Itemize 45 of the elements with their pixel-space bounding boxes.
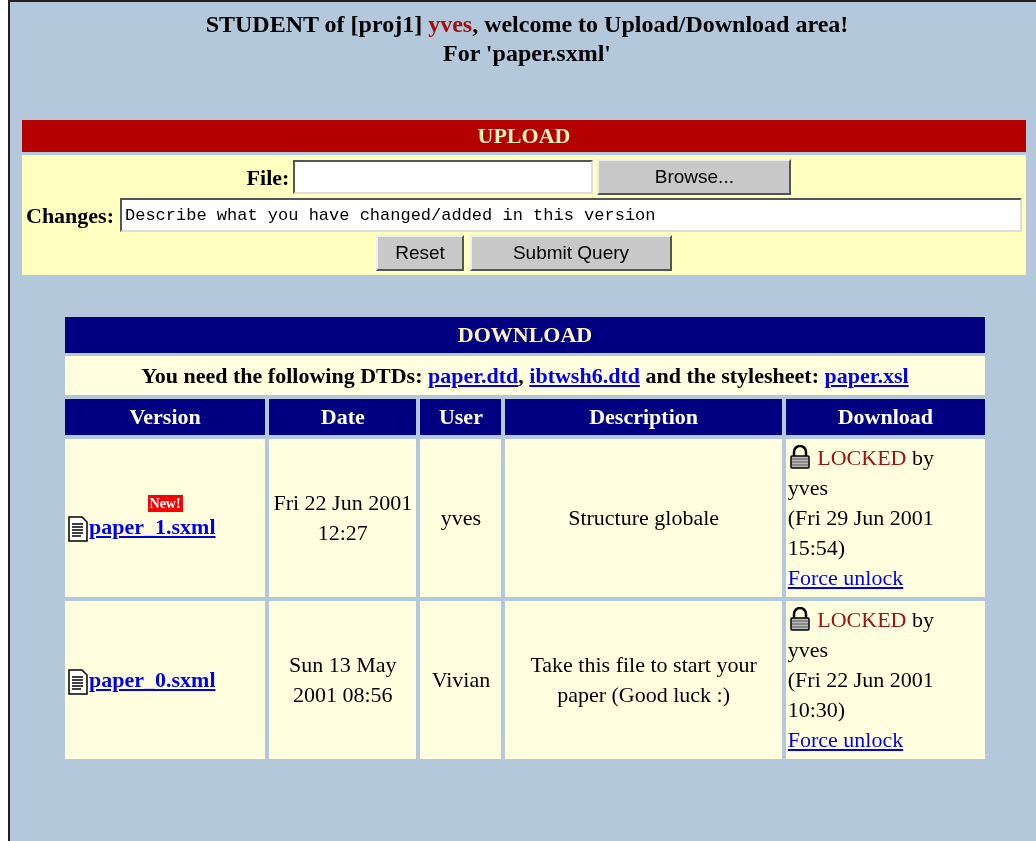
- file-link[interactable]: paper_1.sxml: [89, 511, 216, 542]
- by-text: by: [911, 607, 934, 632]
- table-cell: Take this file to start your paper (Good luck :): [505, 601, 782, 759]
- table-cell: Sun 13 May 2001 08:56: [269, 601, 417, 759]
- changes-label: Changes:: [26, 201, 114, 230]
- file-label: File:: [246, 163, 290, 192]
- page-title: STUDENT of [proj1] yves, welcome to Upload/Download area!: [205, 11, 849, 37]
- stylesheet-link[interactable]: paper.xsl: [824, 363, 909, 388]
- by-text: by: [911, 445, 934, 470]
- dtd-link[interactable]: paper.dtd: [428, 363, 519, 388]
- column-header: Date: [269, 399, 417, 435]
- document-icon: [67, 669, 89, 695]
- dtd-link[interactable]: ibtwsh6.dtd: [529, 363, 640, 388]
- upload-header: UPLOAD: [22, 120, 1026, 152]
- table-cell: yves: [420, 439, 502, 597]
- lock-status: LOCKED: [817, 607, 907, 632]
- file-field[interactable]: [293, 160, 594, 194]
- padlock-icon: [787, 445, 812, 469]
- lock-user: yves: [787, 637, 829, 662]
- lock-status: LOCKED: [817, 445, 907, 470]
- column-header: Download: [785, 399, 985, 435]
- lock-time: (Fri 29 Jun 2001 15:54): [787, 504, 935, 562]
- column-header: User: [420, 399, 502, 435]
- new-badge: New!: [147, 494, 183, 512]
- column-header: Description: [505, 399, 782, 435]
- file-title: For 'paper.sxml': [443, 40, 611, 66]
- dtd-note: You need the following DTDs:: [141, 363, 423, 388]
- browse-button[interactable]: Browse...: [597, 159, 792, 195]
- submit-button[interactable]: Submit Query: [470, 235, 672, 271]
- padlock-icon: [787, 607, 812, 631]
- table-cell: Fri 22 Jun 2001 12:27: [269, 439, 417, 597]
- lock-user: yves: [787, 475, 829, 500]
- table-cell: Structure globale: [505, 439, 782, 597]
- force-unlock-link[interactable]: Force unlock: [787, 565, 904, 590]
- lock-time: (Fri 22 Jun 2001 10:30): [787, 666, 935, 724]
- reset-button[interactable]: Reset: [376, 235, 464, 271]
- file-link[interactable]: paper_0.sxml: [89, 665, 216, 695]
- download-header: DOWNLOAD: [65, 317, 985, 353]
- changes-field[interactable]: Describe what you have changed/added in this version: [120, 198, 1022, 232]
- force-unlock-link[interactable]: Force unlock: [787, 727, 904, 752]
- table-cell: Vivian: [420, 601, 502, 759]
- comma-text: ,: [518, 363, 524, 388]
- column-header: Version: [65, 399, 266, 435]
- stylesheet-note: and the stylesheet:: [645, 363, 819, 388]
- document-icon: [67, 515, 89, 542]
